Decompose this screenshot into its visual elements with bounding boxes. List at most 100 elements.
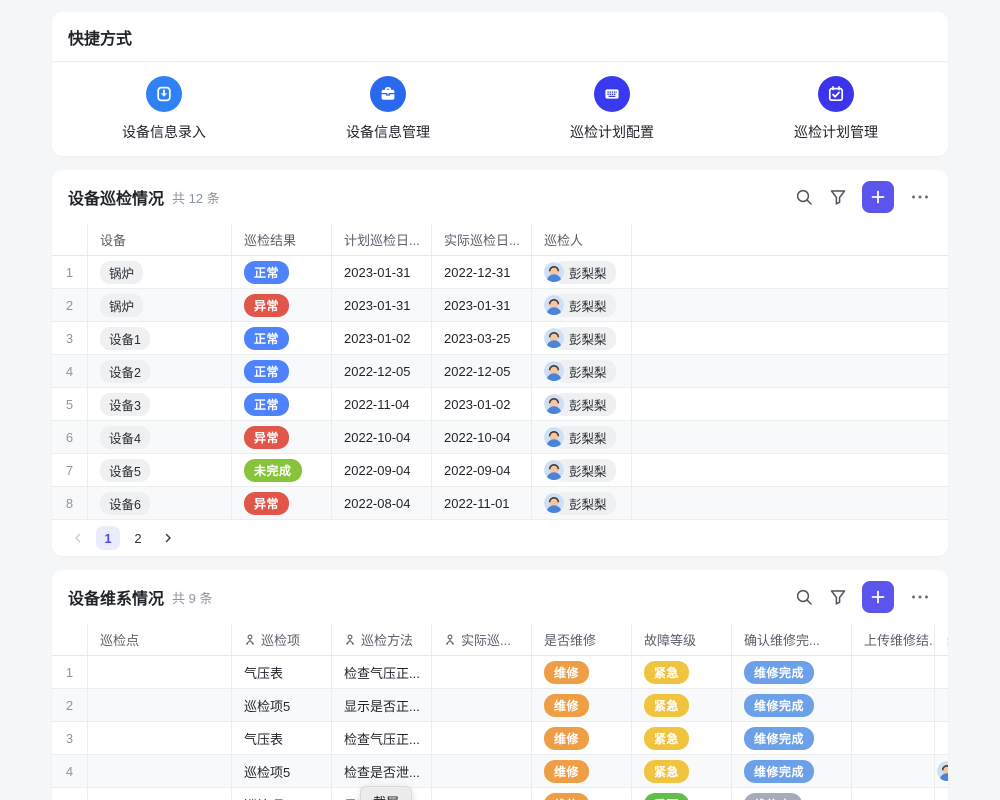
upload-cell[interactable] (852, 788, 935, 800)
method-cell[interactable]: 检查气压正... (332, 722, 432, 755)
actual-date-cell[interactable]: 2022-09-04 (432, 454, 532, 487)
add-record-button[interactable] (862, 181, 894, 213)
result-cell[interactable]: 异常 (232, 421, 332, 454)
result-cell[interactable]: 正常 (232, 322, 332, 355)
point-cell[interactable] (88, 689, 232, 722)
shortcut-plan-manage[interactable]: 巡检计划管理 (724, 76, 948, 142)
col-inspector[interactable]: 巡检人 (532, 224, 632, 256)
inspector-cell[interactable]: 彭梨梨 (532, 256, 632, 289)
result-cell[interactable]: 正常 (232, 388, 332, 421)
point-cell[interactable] (88, 755, 232, 788)
device-cell[interactable]: 锅炉 (88, 289, 232, 322)
extra-cell[interactable] (935, 656, 948, 689)
more-icon[interactable] (908, 587, 932, 607)
planned-date-cell[interactable]: 2023-01-02 (332, 322, 432, 355)
repair-cell[interactable]: 维修 (532, 755, 632, 788)
filter-icon[interactable] (828, 587, 848, 607)
upload-cell[interactable] (852, 755, 935, 788)
result-cell[interactable]: 异常 (232, 289, 332, 322)
search-icon[interactable] (794, 587, 814, 607)
empty-cell[interactable] (632, 322, 948, 355)
method-cell[interactable]: 检查气压正... (332, 656, 432, 689)
empty-cell[interactable] (632, 256, 948, 289)
item-cell[interactable]: 气压表 (232, 722, 332, 755)
repair-cell[interactable]: 维修 (532, 656, 632, 689)
empty-cell[interactable] (632, 289, 948, 322)
device-cell[interactable]: 设备5 (88, 454, 232, 487)
actual-date-cell[interactable]: 2022-11-01 (432, 487, 532, 520)
actual-date-cell[interactable]: 2023-01-02 (432, 388, 532, 421)
empty-cell[interactable] (632, 421, 948, 454)
device-cell[interactable]: 设备3 (88, 388, 232, 421)
inspector-cell[interactable]: 彭梨梨 (532, 421, 632, 454)
inspector-cell[interactable]: 彭梨梨 (532, 388, 632, 421)
col-actual[interactable]: 实际巡... (432, 624, 532, 656)
planned-date-cell[interactable]: 2022-09-04 (332, 454, 432, 487)
point-cell[interactable] (88, 722, 232, 755)
item-cell[interactable]: 巡检项5 (232, 788, 332, 800)
level-cell[interactable]: 紧急 (632, 722, 732, 755)
add-record-button[interactable] (862, 581, 894, 613)
device-cell[interactable]: 锅炉 (88, 256, 232, 289)
actual-date-cell[interactable]: 2022-10-04 (432, 421, 532, 454)
actual-date-cell[interactable]: 2022-12-05 (432, 355, 532, 388)
col-level[interactable]: 故障等级 (632, 624, 732, 656)
method-cell[interactable]: 检查是否泄... (332, 755, 432, 788)
item-cell[interactable]: 气压表 (232, 656, 332, 689)
col-repair[interactable]: 是否维修 (532, 624, 632, 656)
device-cell[interactable]: 设备4 (88, 421, 232, 454)
device-cell[interactable]: 设备6 (88, 487, 232, 520)
empty-cell[interactable] (632, 388, 948, 421)
extra-cell[interactable] (935, 755, 948, 788)
confirm-cell[interactable]: 维修完成 (732, 755, 852, 788)
repair-cell[interactable]: 维修 (532, 788, 632, 800)
filter-icon[interactable] (828, 187, 848, 207)
search-icon[interactable] (794, 187, 814, 207)
col-device[interactable]: 设备 (88, 224, 232, 256)
shortcut-plan-config[interactable]: 巡检计划配置 (500, 76, 724, 142)
inspector-cell[interactable]: 彭梨梨 (532, 322, 632, 355)
actual-date-cell[interactable]: 2023-01-31 (432, 289, 532, 322)
actual-cell[interactable] (432, 656, 532, 689)
item-cell[interactable]: 巡检项5 (232, 689, 332, 722)
item-cell[interactable]: 巡检项5 (232, 755, 332, 788)
point-cell[interactable] (88, 656, 232, 689)
page-2-button[interactable]: 2 (126, 526, 150, 550)
empty-cell[interactable] (632, 355, 948, 388)
confirm-cell[interactable]: 维修中 (732, 788, 852, 800)
empty-cell[interactable] (632, 454, 948, 487)
inspector-cell[interactable]: 彭梨梨 (532, 454, 632, 487)
result-cell[interactable]: 正常 (232, 355, 332, 388)
empty-cell[interactable] (632, 487, 948, 520)
more-icon[interactable] (908, 187, 932, 207)
col-result[interactable]: 巡检结果 (232, 224, 332, 256)
extra-cell[interactable] (935, 722, 948, 755)
planned-date-cell[interactable]: 2022-10-04 (332, 421, 432, 454)
level-cell[interactable]: 紧急 (632, 755, 732, 788)
upload-cell[interactable] (852, 689, 935, 722)
col-actual-date[interactable]: 实际巡检日... (432, 224, 532, 256)
page-1-button[interactable]: 1 (96, 526, 120, 550)
confirm-cell[interactable]: 维修完成 (732, 689, 852, 722)
planned-date-cell[interactable]: 2022-11-04 (332, 388, 432, 421)
col-item[interactable]: 巡检项 (232, 624, 332, 656)
device-cell[interactable]: 设备2 (88, 355, 232, 388)
result-cell[interactable]: 正常 (232, 256, 332, 289)
confirm-cell[interactable]: 维修完成 (732, 656, 852, 689)
repair-cell[interactable]: 维修 (532, 722, 632, 755)
prev-page-icon[interactable] (66, 526, 90, 550)
inspector-cell[interactable]: 彭梨梨 (532, 355, 632, 388)
col-upload[interactable]: 上传维修结... (852, 624, 935, 656)
planned-date-cell[interactable]: 2023-01-31 (332, 289, 432, 322)
col-confirm[interactable]: 确认维修完... (732, 624, 852, 656)
inspector-cell[interactable]: 彭梨梨 (532, 289, 632, 322)
upload-cell[interactable] (852, 722, 935, 755)
method-cell[interactable]: 显示是否正... (332, 689, 432, 722)
actual-date-cell[interactable]: 2023-03-25 (432, 322, 532, 355)
result-cell[interactable]: 异常 (232, 487, 332, 520)
planned-date-cell[interactable]: 2022-12-05 (332, 355, 432, 388)
level-cell[interactable]: 紧急 (632, 689, 732, 722)
actual-cell[interactable] (432, 755, 532, 788)
level-cell[interactable]: 重要 (632, 788, 732, 800)
inspector-cell[interactable]: 彭梨梨 (532, 487, 632, 520)
